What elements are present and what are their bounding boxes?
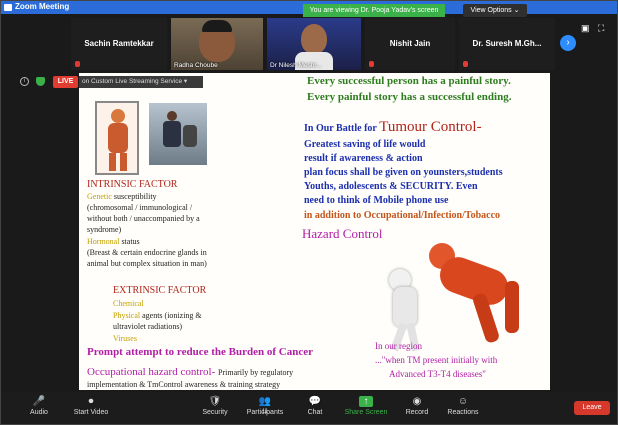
shield-icon: 🛡 — [208, 396, 222, 407]
fighting-figures-image — [369, 223, 545, 353]
genetic-detail: syndrome) — [87, 225, 122, 234]
participant-name: Dr. Suresh M.Gh... — [472, 39, 542, 48]
viruses-line: Viruses — [113, 334, 137, 343]
share-screen-button[interactable]: ↑ Share Screen — [338, 396, 394, 416]
speaker-view-icon[interactable]: ▣ — [581, 23, 590, 34]
fullscreen-icon[interactable]: ⛶ — [598, 23, 604, 34]
participant-tile[interactable]: Nishit Jain — [365, 18, 455, 70]
participants-button[interactable]: 👥11 Participants — [237, 396, 293, 416]
participant-name: Dr Nilesh Meshr... — [270, 62, 322, 69]
live-badge[interactable]: LIVE — [53, 76, 78, 88]
body-line: need to think of Mobile phone use — [304, 195, 449, 206]
chemical-line: Chemical — [113, 299, 144, 308]
reactions-button[interactable]: ☺ Reactions — [435, 396, 491, 416]
participant-name: Sachin Ramtekkar — [84, 39, 154, 48]
body-line: plan focus shall be given on younsters,s… — [304, 167, 503, 178]
window-title: Zoom Meeting — [15, 2, 70, 11]
genetic-detail: (chromosomal / immunological / — [87, 203, 193, 212]
smiley-icon: ☺ — [457, 396, 469, 407]
quote-line: Every painful story has a successful end… — [307, 91, 512, 103]
genetic-detail: without both / unaccompanied by a — [87, 214, 200, 223]
share-screen-icon: ↑ — [359, 396, 373, 407]
participant-name: Nishit Jain — [389, 39, 431, 48]
next-page-icon[interactable]: › — [560, 35, 576, 51]
anatomy-figure-image — [95, 101, 139, 175]
muted-mic-icon — [75, 61, 80, 67]
zoom-window: Zoom Meeting You are viewing Dr. Pooja Y… — [0, 0, 618, 425]
intrinsic-heading: INTRINSIC FACTOR — [87, 179, 178, 190]
muted-mic-icon — [463, 61, 468, 67]
prompt-line: Prompt attempt to reduce the Burden of C… — [87, 346, 313, 358]
security-button[interactable]: 🛡 Security — [187, 396, 243, 416]
face-image — [301, 24, 327, 54]
live-streaming-dropdown[interactable]: on Custom Live Streaming Service ▾ — [79, 76, 203, 88]
region-line: Advanced T3-T4 diseases" — [389, 369, 486, 379]
region-line: ..."when TM present initially with — [375, 355, 498, 365]
hormonal-line: Hormonal status — [87, 237, 140, 246]
audio-button[interactable]: 🎤 Audio — [11, 396, 67, 416]
people-photo-image — [149, 103, 207, 165]
battle-heading: In Our Battle for Tumour Control- — [304, 119, 482, 135]
body-line: Greatest saving of life would — [304, 139, 426, 150]
participant-tile[interactable]: Dr. Suresh M.Gh... — [459, 18, 555, 70]
quote-line: Every successful person has a painful st… — [307, 75, 511, 87]
body-line: in addition to Occupational/Infection/To… — [304, 210, 501, 221]
region-line: In our region — [375, 341, 422, 351]
start-video-button[interactable]: ⏺ Start Video — [63, 396, 119, 416]
hormonal-detail: (Breast & certain endocrine glands in — [87, 248, 207, 257]
occupational-detail: implementation & TmControl awareness & t… — [87, 380, 281, 389]
genetic-line: Genetic susceptibility — [87, 192, 157, 201]
body-line: result if awareness & action — [304, 153, 423, 164]
participant-name: Radha Choube — [174, 62, 218, 69]
microphone-icon: 🎤 — [32, 396, 46, 407]
occupational-line: Occupational hazard control- Primarily b… — [87, 366, 294, 378]
viewing-banner: You are viewing Dr. Pooja Yadav's screen — [303, 4, 445, 17]
hair-image — [202, 20, 232, 32]
participant-video[interactable]: Dr Nilesh Meshr... — [267, 18, 361, 70]
participant-video[interactable]: Radha Choube — [171, 18, 263, 70]
shared-screen-slide: Every successful person has a painful st… — [79, 73, 550, 390]
participants-icon: 👥11 — [258, 396, 272, 415]
leave-button[interactable]: Leave — [574, 401, 610, 415]
info-icon[interactable]: i — [20, 77, 29, 86]
hormonal-detail: animal but complex situation in man) — [87, 259, 207, 268]
zoom-logo-icon — [4, 4, 12, 11]
encryption-shield-icon[interactable] — [36, 77, 45, 86]
physical-detail: ultraviolet radiations) — [113, 322, 183, 331]
extrinsic-heading: EXTRINSIC FACTOR — [113, 285, 207, 296]
participant-tile[interactable]: Sachin Ramtekkar — [71, 18, 167, 70]
video-camera-icon: ⏺ — [88, 396, 94, 407]
chat-button[interactable]: 💬 Chat — [287, 396, 343, 416]
physical-line: Physical agents (ionizing & — [113, 311, 202, 320]
body-line: Youths, adolescents & SECURITY. Even — [304, 181, 478, 192]
muted-mic-icon — [369, 61, 374, 67]
chat-icon: 💬 — [308, 396, 322, 407]
view-options-button[interactable]: View Options ⌄ — [463, 4, 527, 17]
record-icon: ◉ — [412, 396, 422, 407]
